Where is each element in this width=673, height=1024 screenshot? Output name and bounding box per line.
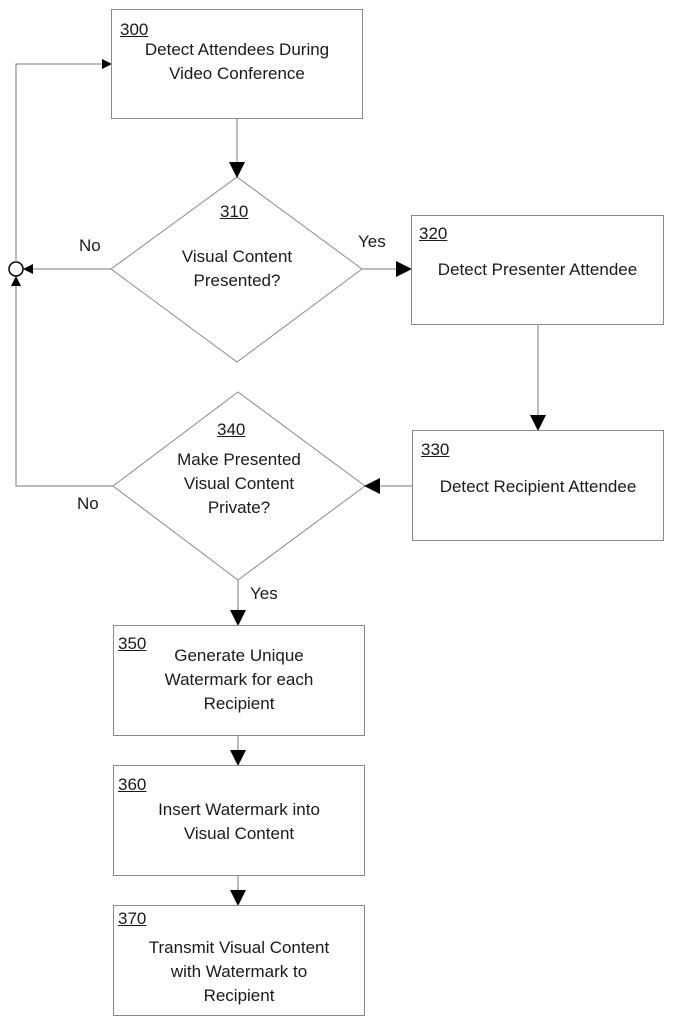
step-370-line-2: with Watermark to	[170, 962, 308, 981]
step-330-box: 330 Detect Recipient Attendee	[412, 430, 664, 541]
step-360-number: 360	[118, 775, 147, 794]
step-370-line-3: Recipient	[203, 986, 275, 1005]
step-350-line-3: Recipient	[203, 694, 275, 713]
decision-310-no-label: No	[79, 236, 101, 255]
step-330-number: 330	[421, 440, 450, 459]
step-360-line-2: Visual Content	[183, 824, 295, 843]
step-350-text: Generate Unique Watermark for each Recip…	[114, 644, 364, 716]
step-300-line-2: Video Conference	[169, 64, 305, 83]
step-330-line-1: Detect Recipient Attendee	[439, 477, 637, 496]
decision-310-number: 310	[220, 202, 249, 221]
decision-310-yes-label: Yes	[358, 232, 386, 251]
step-360-text: Insert Watermark into Visual Content	[114, 798, 364, 846]
decision-310-text: Visual Content Presented?	[137, 245, 337, 293]
step-360-box: 360 Insert Watermark into Visual Content	[113, 765, 365, 876]
decision-340-yes-label: Yes	[250, 584, 278, 603]
decision-340-line-1: Make Presented	[177, 450, 301, 469]
step-300-line-1: Detect Attendees During	[144, 40, 330, 59]
decision-340-number: 340	[217, 420, 246, 439]
step-350-box: 350 Generate Unique Watermark for each R…	[113, 625, 365, 736]
step-370-text: Transmit Visual Content with Watermark t…	[114, 936, 364, 1008]
step-370-box: 370 Transmit Visual Content with Waterma…	[113, 905, 365, 1016]
decision-310-line-2: Presented?	[193, 271, 281, 290]
decision-340-line-2: Visual Content	[183, 474, 295, 493]
step-370-line-1: Transmit Visual Content	[148, 938, 330, 957]
junction-node	[8, 261, 24, 277]
step-370-number: 370	[118, 909, 147, 928]
edge-340-no-to-junction	[11, 276, 113, 487]
step-300-box: 300 Detect Attendees During Video Confer…	[111, 9, 363, 119]
step-350-line-1: Generate Unique	[174, 646, 304, 665]
decision-340-no-label: No	[77, 494, 99, 513]
edge-junction-to-300	[15, 59, 112, 262]
decision-340-line-3: Private?	[207, 498, 271, 517]
step-320-text: Detect Presenter Attendee	[412, 258, 663, 282]
step-320-number: 320	[419, 224, 448, 243]
step-300-number: 300	[120, 20, 149, 39]
step-300-text: Detect Attendees During Video Conference	[112, 38, 362, 86]
decision-340-text: Make Presented Visual Content Private?	[139, 448, 339, 520]
step-330-text: Detect Recipient Attendee	[413, 475, 663, 499]
step-320-box: 320 Detect Presenter Attendee	[411, 215, 664, 325]
step-350-line-2: Watermark for each	[164, 670, 314, 689]
decision-310-line-1: Visual Content	[181, 247, 293, 266]
step-360-line-1: Insert Watermark into	[158, 800, 320, 819]
step-320-line-1: Detect Presenter Attendee	[437, 260, 638, 279]
